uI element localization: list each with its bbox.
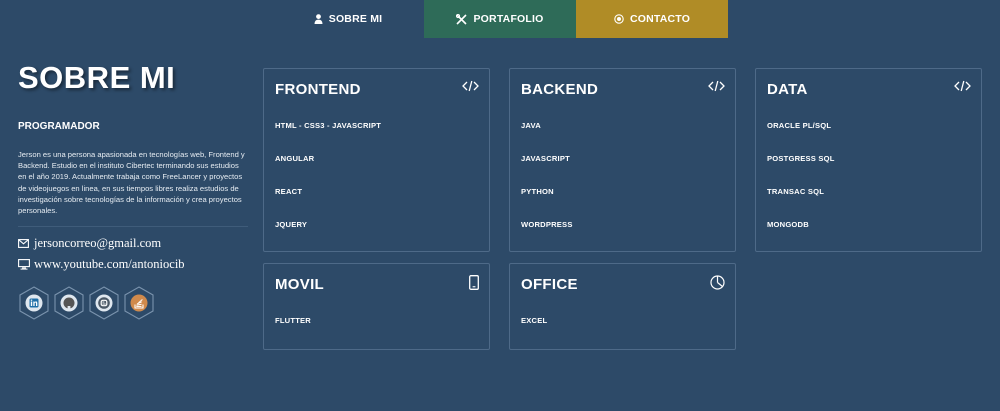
email-line: jersoncorreo@gmail.com xyxy=(18,236,248,251)
tab-label: CONTACTO xyxy=(629,13,691,25)
tools-icon xyxy=(456,13,468,25)
code-icon xyxy=(954,80,971,92)
card-title: OFFICE xyxy=(521,276,578,293)
top-nav: SOBRE MI PORTAFOLIO CONTACTO xyxy=(272,0,728,38)
tab-label: SOBRE MI xyxy=(328,13,383,25)
card-title: DATA xyxy=(767,81,808,98)
tab-sobre-mi[interactable]: SOBRE MI xyxy=(272,0,424,38)
card-title: FRONTEND xyxy=(275,81,361,98)
card-item: FLUTTER xyxy=(275,316,311,325)
card-item: TRANSAC SQL xyxy=(767,187,825,196)
card-item: PYTHON xyxy=(521,187,554,196)
card-movil: MOVIL FLUTTER xyxy=(263,263,490,350)
website-link[interactable]: www.youtube.com/antoniocib xyxy=(34,257,185,272)
card-item: POSTGRESS SQL xyxy=(767,154,835,163)
code-icon xyxy=(462,80,479,92)
dot-circle-icon xyxy=(614,14,624,24)
card-item: JQUERY xyxy=(275,220,308,229)
card-frontend: FRONTEND HTML - CSS3 - JAVASCRIPT ANGULA… xyxy=(263,68,490,252)
card-backend: BACKEND JAVA JAVASCRIPT PYTHON WORDPRESS xyxy=(509,68,736,252)
card-title: BACKEND xyxy=(521,81,599,98)
card-item: EXCEL xyxy=(521,316,548,325)
desktop-icon xyxy=(18,259,33,270)
stackoverflow-icon[interactable] xyxy=(123,286,155,320)
tab-label: PORTAFOLIO xyxy=(473,13,544,25)
email-link[interactable]: jersoncorreo@gmail.com xyxy=(34,236,161,251)
social-links xyxy=(18,286,248,320)
card-item: ANGULAR xyxy=(275,154,315,163)
tab-contacto[interactable]: CONTACTO xyxy=(576,0,728,38)
blogger-icon[interactable] xyxy=(88,286,120,320)
website-line: www.youtube.com/antoniocib xyxy=(18,257,248,272)
envelope-icon xyxy=(18,239,33,249)
code-icon xyxy=(708,80,725,92)
linkedin-icon[interactable] xyxy=(18,286,50,320)
pie-chart-icon xyxy=(710,275,725,290)
card-item: JAVASCRIPT xyxy=(521,154,570,163)
user-icon xyxy=(314,14,323,24)
page-title: SOBRE MI xyxy=(18,60,176,95)
profile-panel: SOBRE MI PROGRAMADOR Jerson es una perso… xyxy=(18,60,248,320)
profile-bio: Jerson es una persona apasionada en tecn… xyxy=(18,149,248,228)
github-icon[interactable] xyxy=(53,286,85,320)
card-title: MOVIL xyxy=(275,276,324,293)
card-item: HTML - CSS3 - JAVASCRIPT xyxy=(275,121,382,130)
card-office: OFFICE EXCEL xyxy=(509,263,736,350)
mobile-icon xyxy=(469,275,479,290)
card-item: REACT xyxy=(275,187,303,196)
tab-portafolio[interactable]: PORTAFOLIO xyxy=(424,0,576,38)
card-item: MONGODB xyxy=(767,220,809,229)
profile-role: PROGRAMADOR xyxy=(18,121,100,132)
card-data: DATA ORACLE PL/SQL POSTGRESS SQL TRANSAC… xyxy=(755,68,982,252)
card-item: JAVA xyxy=(521,121,541,130)
card-item: WORDPRESS xyxy=(521,220,573,229)
card-item: ORACLE PL/SQL xyxy=(767,121,832,130)
